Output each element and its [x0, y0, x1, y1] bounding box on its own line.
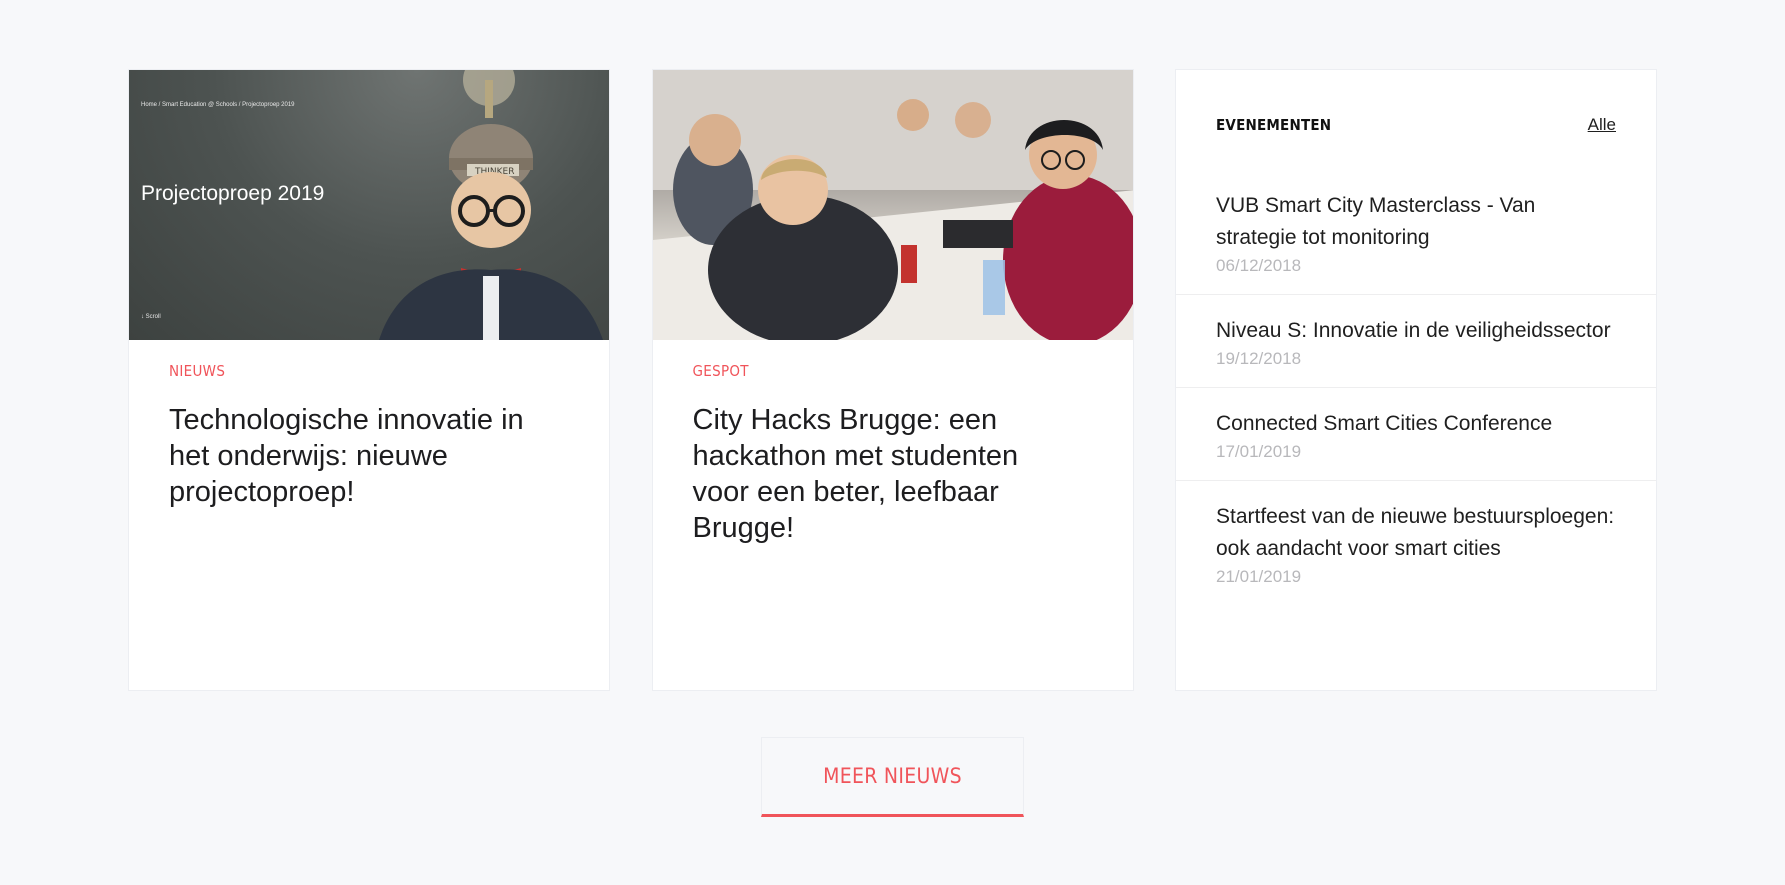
news-title[interactable]: City Hacks Brugge: een hackathon met stu… [693, 402, 1093, 546]
news-card-city-hacks[interactable]: GESPOT City Hacks Brugge: een hackathon … [651, 69, 1134, 691]
event-date: 19/12/2018 [1216, 349, 1302, 368]
image-overlay-title: Projectoproep 2019 [141, 182, 325, 205]
event-item[interactable]: VUB Smart City Masterclass - Van strateg… [1176, 180, 1656, 294]
more-news-button[interactable]: MEER NIEUWS [761, 737, 1024, 817]
news-title[interactable]: Technologische innovatie in het onderwij… [169, 402, 569, 510]
image-scroll-label: ↓ Scroll [141, 314, 161, 320]
news-card-projectoproep[interactable]: THINKER Home / Smart Education @ Schools… [128, 69, 610, 691]
event-title[interactable]: Niveau S: Innovatie in de veiligheidssec… [1216, 315, 1616, 347]
more-news-label: MEER NIEUWS [823, 764, 962, 788]
event-item[interactable]: Connected Smart Cities Conference 17/01/… [1176, 387, 1656, 480]
events-panel: EVENEMENTEN Alle VUB Smart City Mastercl… [1175, 69, 1657, 691]
arrow-down-icon: ↓ [141, 314, 144, 320]
news-card-image[interactable] [652, 70, 1133, 340]
events-all-link[interactable]: Alle [1588, 115, 1616, 135]
event-item[interactable]: Startfeest van de nieuwe bestuursploegen… [1176, 480, 1656, 605]
news-card-body: NIEUWS Technologische innovatie in het o… [129, 340, 609, 510]
event-item[interactable]: Niveau S: Innovatie in de veiligheidssec… [1176, 294, 1656, 387]
event-date: 21/01/2019 [1216, 567, 1302, 586]
content-grid: THINKER Home / Smart Education @ Schools… [128, 69, 1657, 691]
event-list: VUB Smart City Masterclass - Van strateg… [1176, 180, 1656, 605]
events-title: EVENEMENTEN [1216, 116, 1332, 134]
event-date: 17/01/2019 [1216, 442, 1302, 461]
image-breadcrumb: Home / Smart Education @ Schools / Proje… [141, 102, 295, 108]
event-title[interactable]: Connected Smart Cities Conference [1216, 408, 1616, 440]
hackathon-photo [652, 70, 1133, 340]
event-date: 06/12/2018 [1216, 256, 1302, 275]
news-card-body: GESPOT City Hacks Brugge: een hackathon … [653, 340, 1133, 546]
news-card-image[interactable]: THINKER Home / Smart Education @ Schools… [129, 70, 609, 340]
events-header: EVENEMENTEN Alle [1176, 70, 1656, 180]
news-category[interactable]: GESPOT [693, 362, 1093, 380]
event-title[interactable]: Startfeest van de nieuwe bestuursploegen… [1216, 501, 1616, 565]
news-category[interactable]: NIEUWS [169, 362, 569, 380]
scroll-text: Scroll [145, 314, 161, 320]
event-title[interactable]: VUB Smart City Masterclass - Van strateg… [1216, 190, 1616, 254]
